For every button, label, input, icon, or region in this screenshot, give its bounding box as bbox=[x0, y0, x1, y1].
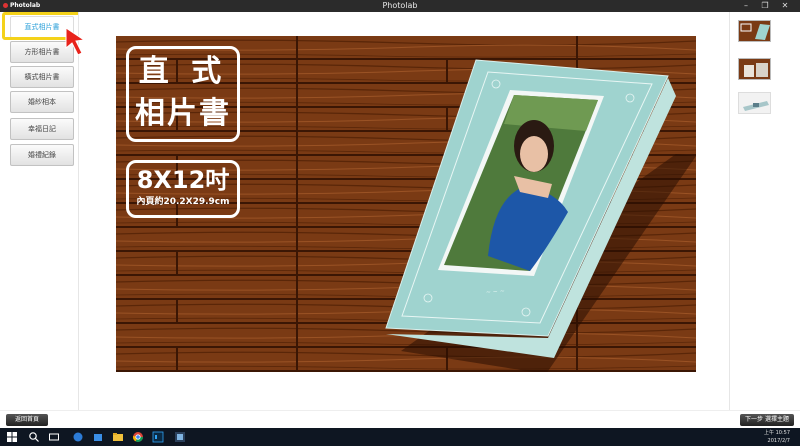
search-icon[interactable] bbox=[28, 431, 40, 443]
minimize-button[interactable]: – bbox=[737, 0, 755, 12]
window-title: Photolab bbox=[382, 1, 418, 10]
store-icon[interactable] bbox=[92, 431, 104, 443]
tray-date: 2017/2/7 bbox=[767, 438, 790, 444]
sidebar-item-wedding-album[interactable]: 婚紗相本 bbox=[10, 91, 74, 113]
category-sidebar: 直式相片書 方形相片書 橫式相片書 婚紗相本 幸福日記 婚禮紀錄 bbox=[0, 12, 78, 410]
product-preview-image: ~ ~ ~ 直 式 相片書 8X12吋 內頁約20.2X29.9cm bbox=[116, 36, 696, 372]
system-tray: 上午 10:57 2017/2/7 bbox=[764, 428, 790, 446]
chrome-icon[interactable] bbox=[132, 431, 144, 443]
product-title-badge: 直 式 相片書 bbox=[126, 46, 240, 142]
maximize-button[interactable]: ❐ bbox=[756, 0, 774, 12]
mouse-cursor-icon bbox=[65, 27, 86, 56]
windows-start-icon[interactable] bbox=[6, 431, 18, 443]
thumbnail-strip bbox=[730, 12, 800, 410]
thumbnail-2[interactable] bbox=[738, 58, 771, 80]
file-explorer-icon[interactable] bbox=[112, 431, 124, 443]
cover-script-text: ~ ~ ~ bbox=[486, 288, 505, 296]
edge-browser-icon[interactable] bbox=[72, 431, 84, 443]
photoshop-icon[interactable] bbox=[152, 431, 164, 443]
next-select-theme-button[interactable]: 下一步 選擇主題 bbox=[740, 414, 794, 426]
back-home-button[interactable]: 返回首頁 bbox=[6, 414, 48, 426]
task-view-icon[interactable] bbox=[48, 431, 60, 443]
thumbnail-3[interactable] bbox=[738, 92, 771, 114]
sidebar-item-landscape-photobook[interactable]: 橫式相片書 bbox=[10, 66, 74, 88]
windows-taskbar: 上午 10:57 2017/2/7 bbox=[0, 428, 800, 446]
product-size-inner: 內頁約20.2X29.9cm bbox=[136, 197, 230, 207]
tray-time: 上午 10:57 bbox=[764, 430, 790, 436]
product-title-line1: 直 式 bbox=[138, 54, 228, 89]
thumbnail-1[interactable] bbox=[738, 20, 771, 42]
title-bar: Photolab Photolab – ❐ ✕ bbox=[0, 0, 800, 12]
close-button[interactable]: ✕ bbox=[776, 0, 794, 12]
sidebar-item-happy-diary[interactable]: 幸福日記 bbox=[10, 118, 74, 140]
product-size-main: 8X12吋 bbox=[136, 166, 230, 194]
product-size-badge: 8X12吋 內頁約20.2X29.9cm bbox=[126, 160, 240, 218]
photolab-app-icon[interactable] bbox=[174, 431, 186, 443]
product-title-line2: 相片書 bbox=[135, 96, 231, 131]
sidebar-item-wedding-record[interactable]: 婚禮紀錄 bbox=[10, 144, 74, 166]
bottom-bar: 返回首頁 下一步 選擇主題 bbox=[0, 410, 800, 428]
